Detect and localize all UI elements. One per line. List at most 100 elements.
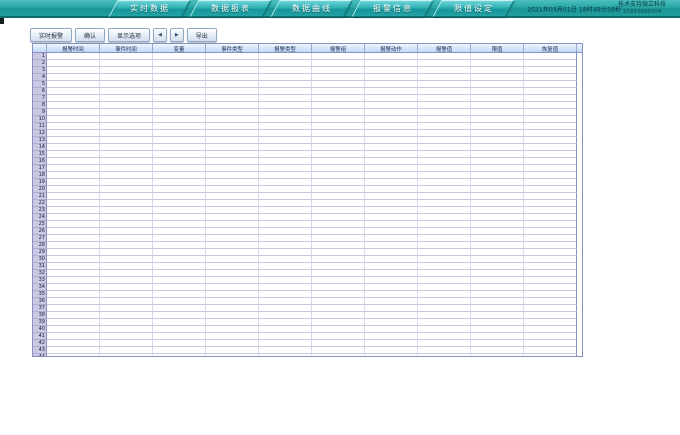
table-row[interactable]: 42 [33,340,582,347]
table-row[interactable]: 15 [33,151,582,158]
table-row[interactable]: 37 [33,305,582,312]
table-cell [471,67,524,74]
table-cell [312,109,365,116]
table-row[interactable]: 10 [33,116,582,123]
row-filler-cell [577,291,582,298]
table-cell [312,144,365,151]
table-cell [524,305,577,312]
export-button[interactable]: 导出 [187,28,217,42]
table-cell [524,137,577,144]
realtime-alarm-button[interactable]: 实时报警 [30,28,72,42]
column-header-label: 报警值 [436,44,452,52]
table-cell [47,207,100,214]
tab-limit-setting[interactable]: 限值设定 [432,0,514,17]
row-number-cell: 4 [33,74,47,81]
column-header-8: 报警值 [418,44,471,52]
table-row[interactable]: 35 [33,291,582,298]
table-cell [259,95,312,102]
table-row[interactable]: 34 [33,284,582,291]
tab-data-curve[interactable]: 数据曲线 [270,0,352,17]
table-cell [100,123,153,130]
row-number-cell: 8 [33,102,47,109]
table-cell [418,137,471,144]
table-row[interactable]: 20 [33,186,582,193]
table-row[interactable]: 2 [33,60,582,67]
table-cell [259,186,312,193]
table-row[interactable]: 26 [33,228,582,235]
table-row[interactable]: 9 [33,109,582,116]
row-filler-cell [577,263,582,270]
table-row[interactable]: 17 [33,165,582,172]
table-cell [206,242,259,249]
table-cell [47,340,100,347]
confirm-button[interactable]: 确认 [75,28,105,42]
table-row[interactable]: 12 [33,130,582,137]
table-row[interactable]: 36 [33,298,582,305]
table-cell [47,305,100,312]
table-row[interactable]: 7 [33,95,582,102]
table-row[interactable]: 14 [33,144,582,151]
table-row[interactable]: 13 [33,137,582,144]
tab-data-report[interactable]: 数据报表 [189,0,271,17]
table-cell [471,74,524,81]
table-row[interactable]: 11 [33,123,582,130]
table-row[interactable]: 40 [33,326,582,333]
table-cell [471,277,524,284]
table-row[interactable]: 22 [33,200,582,207]
table-row[interactable]: 32 [33,270,582,277]
table-row[interactable]: 41 [33,333,582,340]
table-row[interactable]: 28 [33,242,582,249]
table-row[interactable]: 27 [33,235,582,242]
table-cell [312,340,365,347]
table-row[interactable]: 8 [33,102,582,109]
table-row[interactable]: 21 [33,193,582,200]
table-row[interactable]: 44 [33,354,582,357]
table-cell [153,53,206,60]
table-row[interactable]: 5 [33,81,582,88]
table-row[interactable]: 6 [33,88,582,95]
table-row[interactable]: 3 [33,67,582,74]
table-cell [418,186,471,193]
table-row[interactable]: 23 [33,207,582,214]
table-row[interactable]: 38 [33,312,582,319]
table-cell [153,319,206,326]
table-row[interactable]: 30 [33,256,582,263]
table-row[interactable]: 16 [33,158,582,165]
table-cell [100,137,153,144]
table-cell [259,347,312,354]
table-row[interactable]: 4 [33,74,582,81]
table-cell [365,172,418,179]
row-filler-cell [577,144,582,151]
row-number-cell: 33 [33,277,47,284]
table-cell [259,102,312,109]
tab-realtime-data[interactable]: 实时数据 [108,0,190,17]
table-cell [418,88,471,95]
table-cell [471,158,524,165]
column-header-2: 事件时间 [100,44,153,52]
table-row[interactable]: 31 [33,263,582,270]
tab-alarm-info[interactable]: 报警信息 [351,0,433,17]
table-row[interactable]: 1 [33,53,582,60]
table-cell [524,144,577,151]
table-cell [47,347,100,354]
table-row[interactable]: 33 [33,277,582,284]
table-row[interactable]: 24 [33,214,582,221]
table-cell [471,130,524,137]
table-cell [47,221,100,228]
row-number-cell: 29 [33,249,47,256]
table-cell [206,95,259,102]
table-row[interactable]: 43 [33,347,582,354]
prev-page-button[interactable]: ◀ [153,28,167,42]
table-row[interactable]: 29 [33,249,582,256]
table-cell [524,81,577,88]
table-cell [206,172,259,179]
table-cell [471,326,524,333]
table-row[interactable]: 25 [33,221,582,228]
table-cell [365,193,418,200]
table-row[interactable]: 18 [33,172,582,179]
next-page-button[interactable]: ▶ [170,28,184,42]
table-row[interactable]: 39 [33,319,582,326]
table-row[interactable]: 19 [33,179,582,186]
display-options-button[interactable]: 显示选项 [108,28,150,42]
column-header-label: 限值 [492,44,503,52]
